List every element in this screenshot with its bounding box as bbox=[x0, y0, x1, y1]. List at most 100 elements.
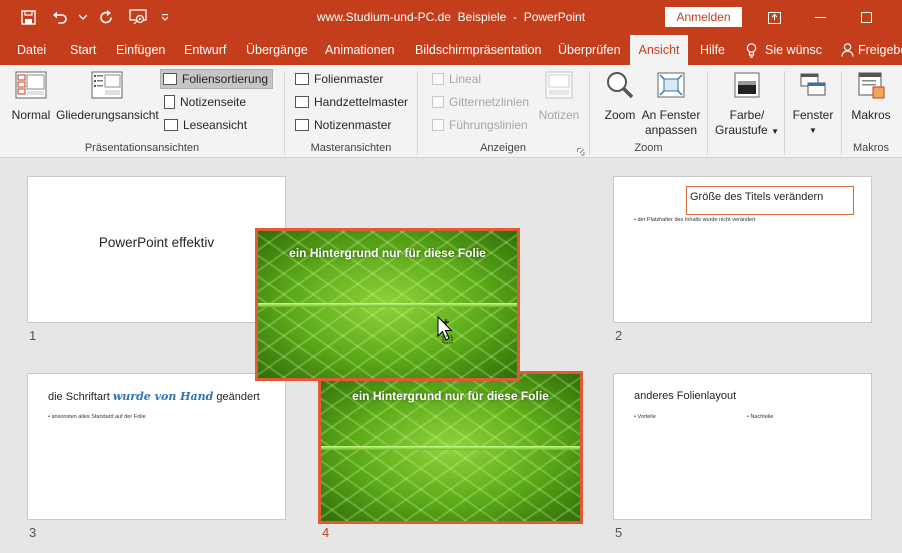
guides-checkbox[interactable]: Führungslinien bbox=[430, 115, 532, 135]
slide-master-button[interactable]: Folienmaster bbox=[293, 69, 387, 89]
window-button[interactable]: Fenster ▼ bbox=[790, 70, 836, 138]
handout-master-icon bbox=[295, 96, 309, 108]
group-label-masteransichten: Masteransichten bbox=[310, 142, 392, 154]
title-doc: Beispiele bbox=[457, 10, 507, 24]
minimize-button[interactable] bbox=[797, 0, 843, 35]
anzeigen-dialog-launcher[interactable] bbox=[577, 145, 585, 156]
undo-icon bbox=[53, 11, 67, 24]
slide-thumbnail-3[interactable]: die Schriftart wurde von Hand geändert •… bbox=[27, 373, 286, 520]
slide-2-bullet: • der Platzhalter des Inhalts wurde nich… bbox=[634, 217, 756, 223]
slide-number-3: 3 bbox=[29, 525, 37, 540]
notes-button[interactable]: Notizen bbox=[536, 70, 582, 123]
tab-einfuegen[interactable]: Einfügen bbox=[116, 35, 165, 65]
redo-button[interactable] bbox=[92, 6, 120, 28]
ruler-check-box[interactable] bbox=[432, 73, 444, 85]
fit-window-icon bbox=[657, 72, 685, 98]
normal-view-label: Normal bbox=[11, 108, 51, 122]
slide-number-2: 2 bbox=[615, 328, 623, 343]
slide-master-label: Folienmaster bbox=[314, 72, 384, 86]
zoom-label: Zoom bbox=[604, 108, 636, 122]
fit-window-label-1: An Fenster bbox=[641, 108, 701, 122]
group-label-praesentationsansichten: Präsentationsansichten bbox=[84, 142, 200, 154]
customize-qat-button[interactable] bbox=[156, 6, 174, 28]
slide-3-title-post: geändert bbox=[213, 391, 260, 403]
zoom-button[interactable]: Zoom bbox=[600, 70, 640, 123]
group-label-zoom: Zoom bbox=[634, 142, 663, 154]
tab-ueberpruefen[interactable]: Überprüfen bbox=[558, 35, 621, 65]
normal-view-icon bbox=[15, 71, 47, 99]
gridlines-checkbox[interactable]: Gitternetzlinien bbox=[430, 92, 533, 112]
ruler-label: Lineal bbox=[449, 72, 482, 86]
chevron-down-icon: ▼ bbox=[809, 126, 817, 135]
title-dash: - bbox=[513, 10, 518, 24]
slideshow-icon bbox=[129, 9, 147, 25]
leaf-midrib bbox=[258, 303, 517, 307]
maximize-button[interactable] bbox=[843, 0, 889, 35]
tab-datei[interactable]: Datei bbox=[17, 35, 46, 65]
tab-ansicht[interactable]: Ansicht bbox=[630, 35, 688, 65]
macros-label: Makros bbox=[851, 108, 891, 122]
notes-master-label: Notizenmaster bbox=[314, 118, 392, 132]
slide-master-icon bbox=[295, 73, 309, 85]
color-grayscale-text: Graustufe bbox=[715, 123, 768, 137]
tell-me-box[interactable]: Sie wünsc bbox=[746, 35, 822, 65]
handout-master-label: Handzettelmaster bbox=[314, 95, 409, 109]
gridlines-check-box[interactable] bbox=[432, 96, 444, 108]
share-button[interactable]: Freigeben bbox=[841, 35, 902, 65]
ribbon-separator bbox=[784, 71, 785, 155]
gridlines-label: Gitternetzlinien bbox=[449, 95, 530, 109]
slide-sorter-icon bbox=[163, 73, 177, 85]
slide-thumbnail-2[interactable]: Größe des Titels verändern • der Platzha… bbox=[613, 176, 872, 323]
slide-thumbnail-1[interactable]: PowerPoint effektiv bbox=[27, 176, 286, 323]
slide-2-title: Größe des Titels verändern bbox=[686, 186, 854, 215]
ribbon-display-icon bbox=[767, 11, 781, 24]
slide-thumbnail-4[interactable]: ein Hintergrund nur für diese Folie bbox=[321, 374, 580, 521]
guides-check-box[interactable] bbox=[432, 119, 444, 131]
slide-sorter: PowerPoint effektiv 1 Größe des Titels v… bbox=[0, 158, 902, 553]
repeat-icon bbox=[99, 9, 112, 23]
outline-view-icon bbox=[91, 71, 123, 99]
color-grayscale-button[interactable]: Farbe/ Graustufe ▼ bbox=[714, 70, 780, 139]
presentation-start-button[interactable] bbox=[124, 6, 152, 28]
tab-bildschirmpraesentation[interactable]: Bildschirmpräsentation bbox=[415, 35, 541, 65]
slide-thumbnail-5[interactable]: anderes Folienlayout • Vorteile • Nachte… bbox=[613, 373, 872, 520]
title-bar: www.Studium-und-PC.de Beispiele - PowerP… bbox=[0, 0, 902, 35]
normal-view-button[interactable]: Normal bbox=[8, 70, 54, 123]
reading-view-icon bbox=[164, 119, 178, 131]
macros-button[interactable]: Makros bbox=[846, 70, 896, 123]
outline-view-label: Gliederungsansicht bbox=[56, 108, 159, 122]
minimize-icon bbox=[814, 16, 826, 18]
dialog-launcher-icon bbox=[577, 148, 585, 156]
slide-sorter-label: Foliensortierung bbox=[182, 72, 269, 86]
ribbon-ansicht: Normal Gliederungsansicht Foliensortieru… bbox=[0, 65, 902, 158]
outline-view-button[interactable]: Gliederungsansicht bbox=[56, 70, 159, 123]
tab-entwurf[interactable]: Entwurf bbox=[184, 35, 226, 65]
dragged-slide-preview[interactable]: ein Hintergrund nur für diese Folie bbox=[258, 231, 517, 378]
quick-access-toolbar bbox=[14, 6, 174, 28]
undo-button[interactable] bbox=[46, 6, 74, 28]
notes-icon bbox=[545, 71, 573, 99]
ribbon-display-options-button[interactable] bbox=[751, 0, 797, 35]
ruler-checkbox[interactable]: Lineal bbox=[430, 69, 485, 89]
save-button[interactable] bbox=[14, 6, 42, 28]
tab-uebergaenge[interactable]: Übergänge bbox=[246, 35, 308, 65]
tab-animationen[interactable]: Animationen bbox=[325, 35, 395, 65]
notes-page-label: Notizenseite bbox=[180, 95, 247, 109]
slide-number-1: 1 bbox=[29, 328, 37, 343]
macros-icon bbox=[858, 72, 885, 99]
handout-master-button[interactable]: Handzettelmaster bbox=[293, 92, 412, 112]
slide-4-title: ein Hintergrund nur für diese Folie bbox=[352, 389, 549, 403]
reading-view-button[interactable]: Leseansicht bbox=[162, 115, 251, 135]
slide-sorter-button[interactable]: Foliensortierung bbox=[160, 69, 274, 89]
slide-3-title-pre: die Schriftart bbox=[48, 391, 113, 403]
tab-start[interactable]: Start bbox=[70, 35, 96, 65]
tab-hilfe[interactable]: Hilfe bbox=[700, 35, 725, 65]
ribbon-tabs: Datei Start Einfügen Entwurf Übergänge A… bbox=[0, 35, 902, 65]
title-app: PowerPoint bbox=[523, 10, 586, 24]
signin-button[interactable]: Anmelden bbox=[665, 7, 742, 27]
fit-to-window-button[interactable]: An Fenster anpassen bbox=[640, 70, 702, 138]
notes-page-button[interactable]: Notizenseite bbox=[162, 92, 250, 112]
notes-master-button[interactable]: Notizenmaster bbox=[293, 115, 395, 135]
undo-dropdown[interactable] bbox=[78, 6, 88, 28]
maximize-icon bbox=[860, 12, 872, 23]
